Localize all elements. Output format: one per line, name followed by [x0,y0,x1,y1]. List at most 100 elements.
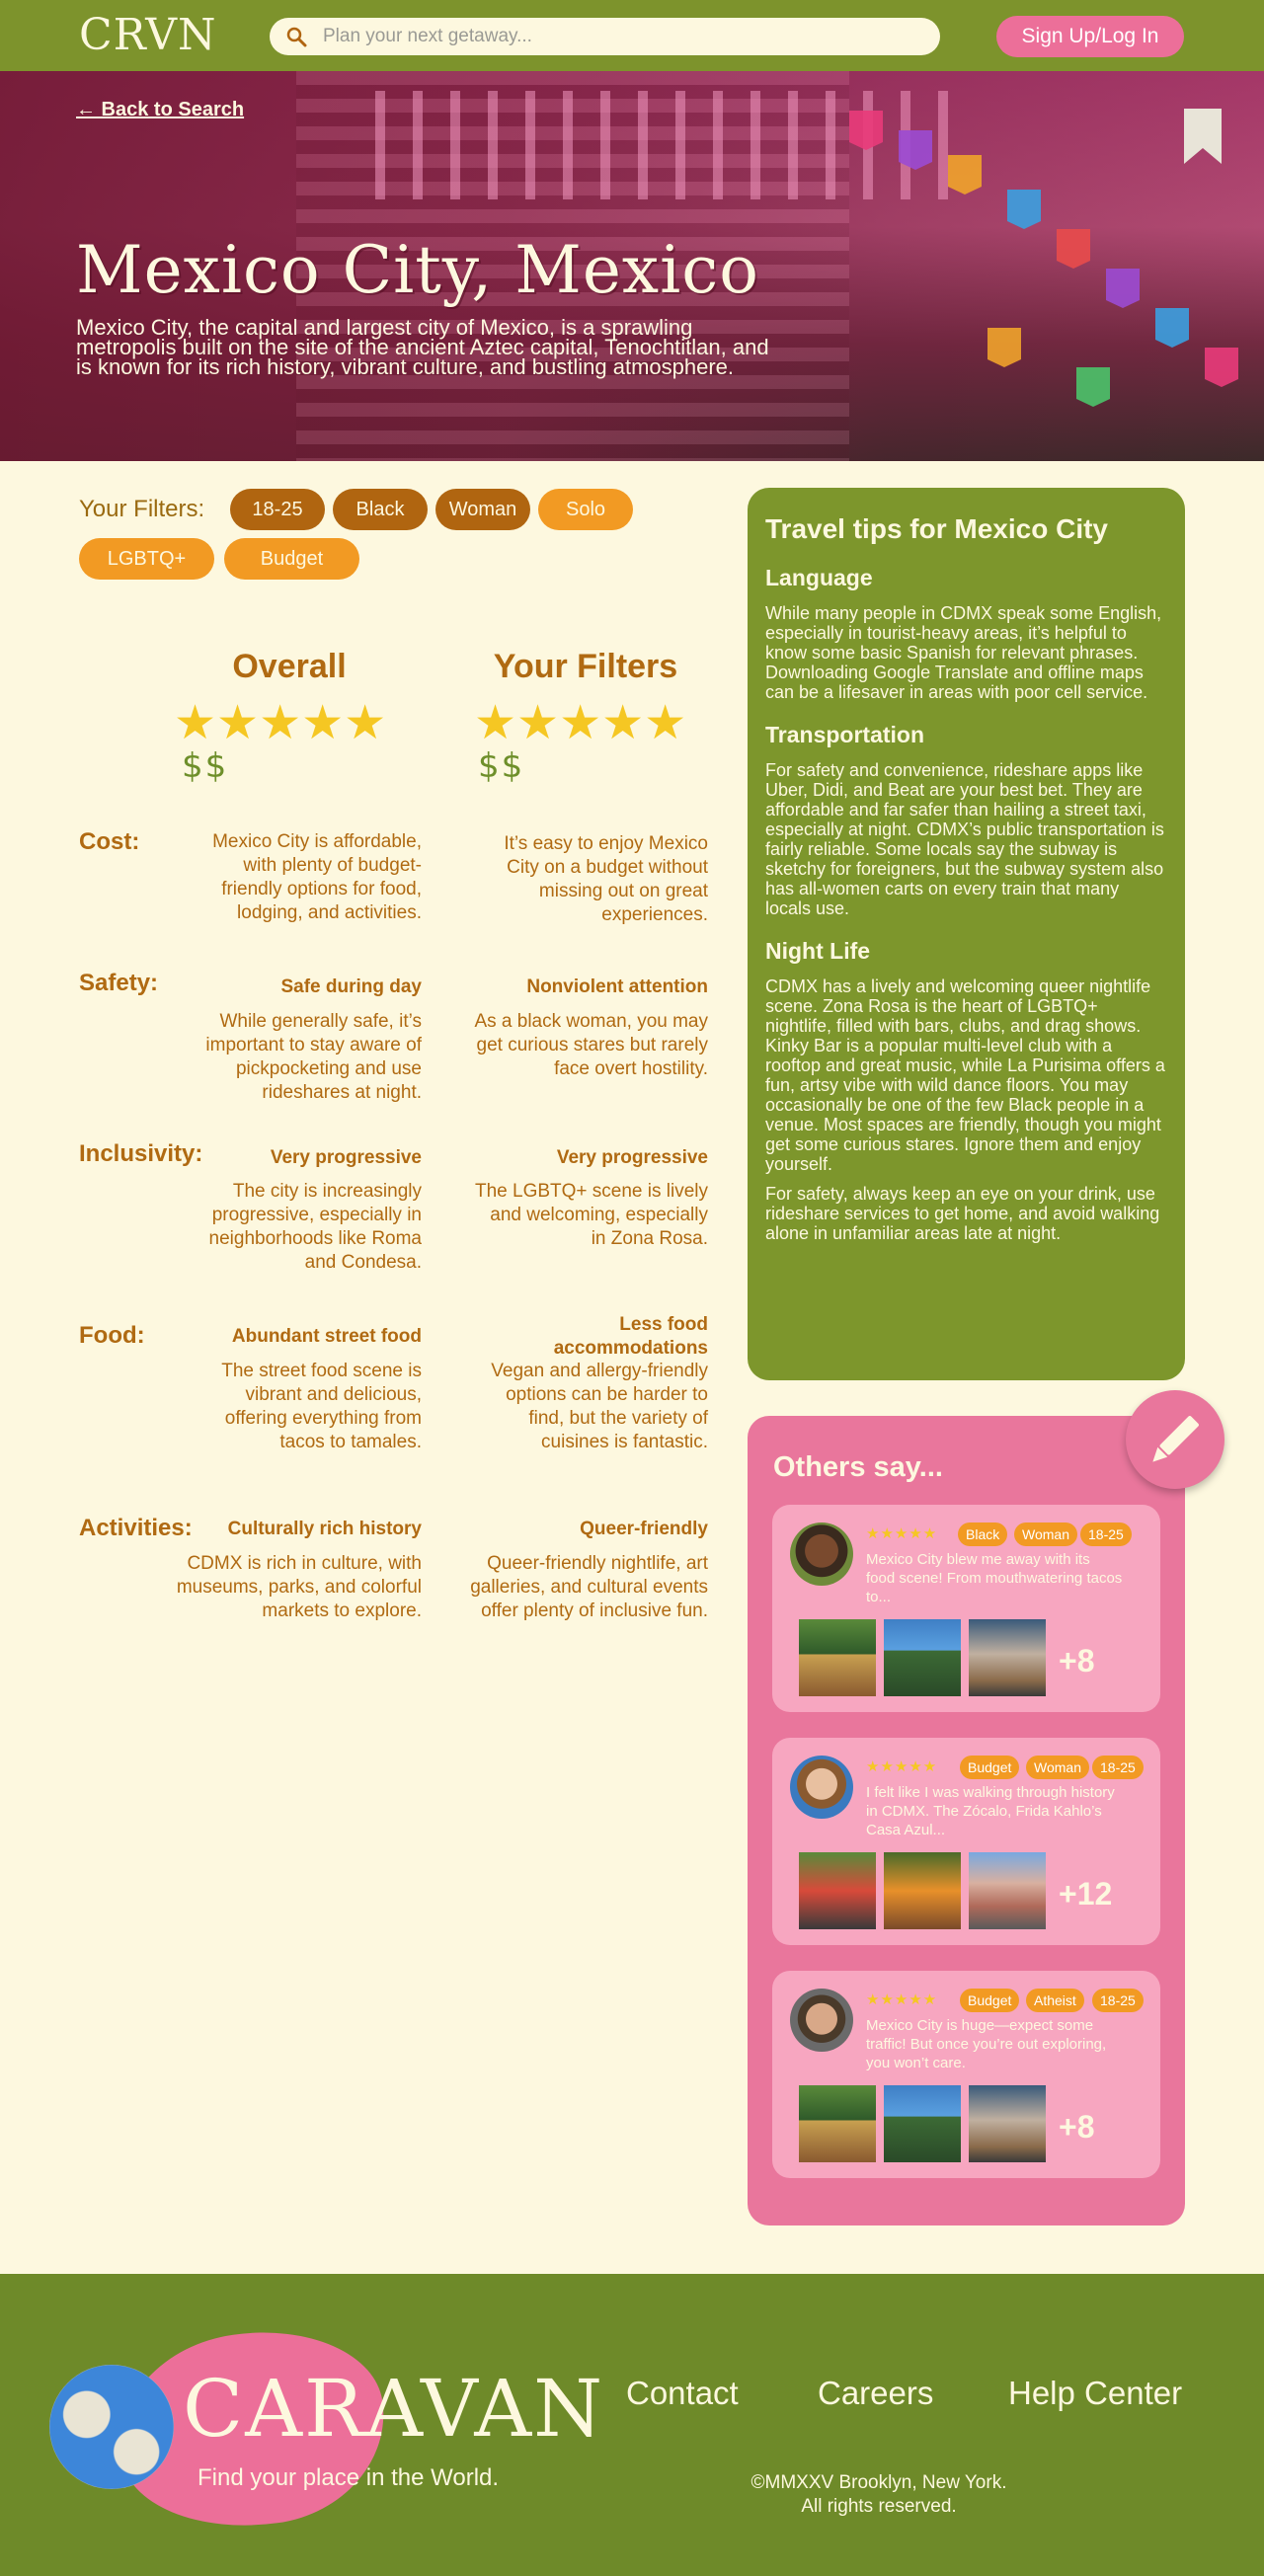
safety-overall-text: While generally safe, it’s important to … [205,1011,422,1103]
review-stars: ★★★★★ [866,1757,938,1775]
footer-brand[interactable]: CARAVAN [183,2363,604,2455]
tips-transportation-heading: Transportation [765,722,925,747]
review-tag: 18-25 [1092,1989,1144,2012]
avatar [790,1756,853,1819]
review-photo[interactable] [799,2085,876,2162]
search-bar[interactable] [270,18,940,55]
search-input[interactable] [323,22,915,51]
category-label-activities: Activities: [79,1515,193,1541]
category-label-food: Food: [79,1322,145,1349]
review-text: Mexico City is huge—expect some traffic!… [866,2017,1107,2071]
bookmark-icon[interactable] [1184,109,1222,164]
filter-chip[interactable]: Solo [538,489,633,530]
city-description: Mexico City, the capital and largest cit… [76,315,769,379]
top-nav: CRVN Sign Up/Log In [0,0,1264,71]
food-filtered-text: Vegan and allergy-friendly options can b… [491,1361,708,1452]
footer: CARAVAN Find your place in the World. Co… [0,2274,1264,2576]
footer-link-contact[interactable]: Contact [626,2375,739,2412]
inclusivity-filtered-text: The LGBTQ+ scene is lively and welcoming… [474,1181,708,1249]
food-overall-text: The street food scene is vibrant and del… [221,1361,422,1452]
signup-login-button[interactable]: Sign Up/Log In [996,16,1184,57]
review-photo[interactable] [884,2085,961,2162]
reviews-title: Others say... [773,1451,943,1483]
review-tag: Woman [1014,1522,1077,1546]
tips-transportation-text: For safety and convenience, rideshare ap… [765,760,1164,918]
filter-chip[interactable]: 18-25 [230,489,325,530]
inclusivity-overall-text: The city is increasingly progressive, es… [208,1181,422,1273]
review-text: I felt like I was walking through histor… [866,1784,1115,1838]
inclusivity-overall-heading: Very progressive [270,1147,422,1168]
review-tag: Budget [960,1756,1020,1779]
filter-chip[interactable]: Budget [224,538,359,580]
review-text: Mexico City blew me away with its food s… [866,1551,1123,1605]
logo-text: CRVN [79,10,217,60]
footer-link-help-center[interactable]: Help Center [1008,2375,1182,2412]
review-stars: ★★★★★ [866,1991,938,2008]
tips-nightlife-heading: Night Life [765,938,871,964]
review-photo[interactable] [969,2085,1046,2162]
overall-star-rating: ★★★★★ [174,695,387,750]
globe-icon [49,2365,174,2489]
activities-filtered-text: Queer-friendly nightlife, art galleries,… [470,1553,708,1621]
footer-link-careers[interactable]: Careers [818,2375,933,2412]
review-photo[interactable] [969,1619,1046,1696]
tips-language-heading: Language [765,565,873,590]
logo[interactable]: CRVN [79,12,216,59]
pencil-icon [1152,1416,1199,1462]
footer-tagline: Find your place in the World. [198,2464,500,2491]
review-card[interactable]: ★★★★★ Budget Woman 18-25 I felt like I w… [772,1738,1160,1945]
search-icon [286,27,307,47]
filters-star-rating: ★★★★★ [474,695,687,750]
review-photo[interactable] [884,1619,961,1696]
review-photo[interactable] [799,1619,876,1696]
overall-heading: Overall [232,648,347,685]
filter-chip[interactable]: Black [333,489,428,530]
review-tag: Budget [960,1989,1020,2012]
tips-nightlife-text: CDMX has a lively and welcoming queer ni… [765,976,1165,1174]
back-to-search-link[interactable]: ← Back to Search [76,99,244,121]
review-card[interactable]: ★★★★★ Black Woman 18-25 Mexico City blew… [772,1505,1160,1712]
travel-tips-title: Travel tips for Mexico City [765,513,1108,544]
filter-chip[interactable]: Woman [435,489,530,530]
review-photo[interactable] [884,1852,961,1929]
filters-price-level: $$ [478,746,525,786]
copyright-line-1: ©MMXXV Brooklyn, New York. [750,2472,1007,2493]
page-title: Mexico City, Mexico [76,232,759,308]
avatar [790,1989,853,2052]
inclusivity-filtered-heading: Very progressive [556,1147,708,1168]
activities-overall-heading: Culturally rich history [227,1519,422,1539]
more-photos-count[interactable]: +8 [1059,2109,1094,2146]
safety-filtered-heading: Nonviolent attention [526,976,708,997]
copyright: ©MMXXV Brooklyn, New York. All rights re… [691,2471,1066,2519]
activities-overall-text: CDMX is rich in culture, with museums, p… [176,1553,422,1621]
category-label-cost: Cost: [79,828,140,855]
activities-filtered-heading: Queer-friendly [580,1519,708,1539]
food-filtered-heading: Less food accommodations [553,1314,708,1359]
cost-overall-text: Mexico City is affordable, with plenty o… [212,831,422,923]
review-photo[interactable] [799,1852,876,1929]
safety-filtered-text: As a black woman, you may get curious st… [474,1011,708,1079]
review-tag: Woman [1026,1756,1089,1779]
travel-tips-panel: Travel tips for Mexico City Language Whi… [748,488,1185,1380]
cost-filtered-text: It’s easy to enjoy Mexico City on a budg… [504,833,708,925]
review-tag: 18-25 [1092,1756,1144,1779]
tips-nightlife-safety-text: For safety, always keep an eye on your d… [765,1184,1160,1243]
review-stars: ★★★★★ [866,1524,938,1542]
review-tag: 18-25 [1080,1522,1132,1546]
copyright-line-2: All rights reserved. [801,2496,957,2517]
review-tag: Black [958,1522,1008,1546]
more-photos-count[interactable]: +12 [1059,1876,1112,1912]
food-overall-heading: Abundant street food [231,1326,422,1347]
more-photos-count[interactable]: +8 [1059,1643,1094,1679]
avatar [790,1522,853,1586]
safety-overall-heading: Safe during day [280,976,422,997]
reviews-panel: Others say... ★★★★★ Black Woman 18-25 Me… [748,1416,1185,2225]
filter-chip[interactable]: LGBTQ+ [79,538,214,580]
overall-price-level: $$ [182,746,229,786]
review-photo[interactable] [969,1852,1046,1929]
tips-language-text: While many people in CDMX speak some Eng… [765,603,1162,702]
review-card[interactable]: ★★★★★ Budget Atheist 18-25 Mexico City i… [772,1971,1160,2178]
write-review-button[interactable] [1126,1390,1224,1489]
your-filters-heading: Your Filters [493,648,678,685]
review-tag: Atheist [1026,1989,1084,2012]
